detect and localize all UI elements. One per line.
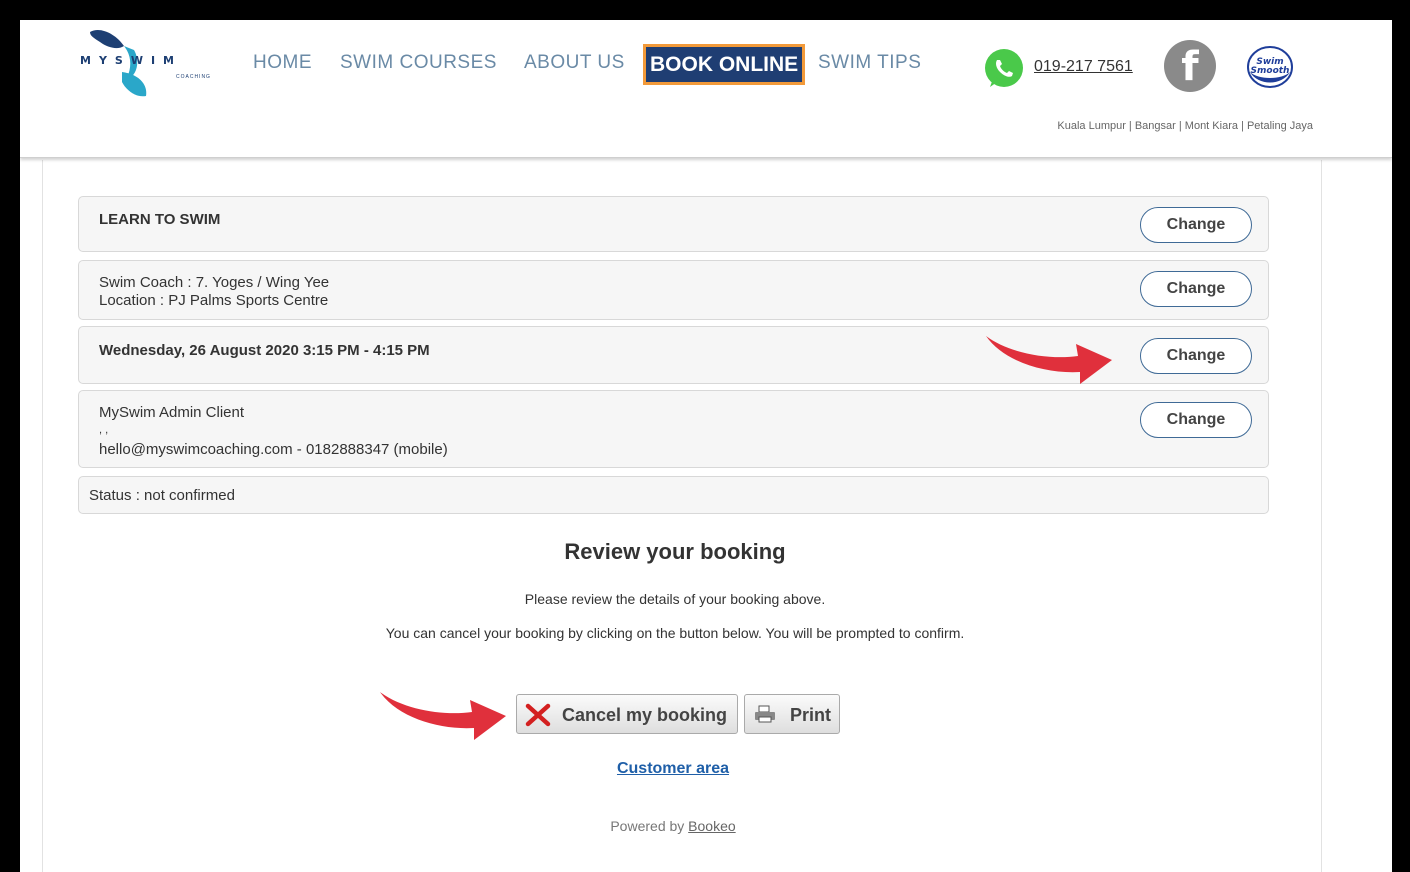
logo-text: MYSWIM	[80, 54, 183, 67]
swim-smooth-logo-icon[interactable]: Swim Smooth	[1244, 42, 1296, 90]
page: MYSWIM COACHING HOME SWIM COURSES ABOUT …	[20, 20, 1392, 872]
red-x-icon	[525, 703, 551, 727]
client-box: MySwim Admin Client , , hello@myswimcoac…	[78, 390, 1269, 468]
logo-subtext: COACHING	[176, 74, 211, 80]
review-title: Review your booking	[564, 539, 786, 564]
change-coach-button[interactable]: Change	[1140, 271, 1252, 307]
location-line: Location : PJ Palms Sports Centre	[99, 292, 329, 309]
powered-by-prefix: Powered by	[610, 818, 685, 834]
red-arrow-icon	[380, 692, 506, 740]
locations-text: Kuala Lumpur | Bangsar | Mont Kiara | Pe…	[1057, 120, 1313, 132]
course-box: LEARN TO SWIM Change	[78, 196, 1269, 252]
review-instruction: Please review the details of your bookin…	[524, 591, 826, 607]
coach-location-box: Swim Coach : 7. Yoges / Wing Yee Locatio…	[78, 260, 1269, 320]
bookeo-link[interactable]: Bookeo	[688, 818, 735, 834]
cancel-booking-button[interactable]: Cancel my booking	[516, 694, 738, 734]
change-datetime-button[interactable]: Change	[1140, 338, 1252, 374]
cancel-instruction: You can cancel your booking by clicking …	[385, 625, 965, 641]
phone-link[interactable]: 019-217 7561	[1034, 58, 1133, 76]
myswim-logo[interactable]: MYSWIM COACHING	[78, 24, 258, 104]
change-client-button[interactable]: Change	[1140, 402, 1252, 438]
nav-book-online[interactable]: BOOK ONLINE	[643, 44, 806, 85]
client-contact: hello@myswimcoaching.com - 0182888347 (m…	[99, 441, 448, 458]
site-header: MYSWIM COACHING HOME SWIM COURSES ABOUT …	[20, 20, 1392, 158]
red-arrow-icon	[986, 336, 1112, 384]
booking-status: Status : not confirmed	[89, 487, 235, 504]
nav-swim-tips[interactable]: SWIM TIPS	[818, 52, 921, 74]
svg-text:Smooth: Smooth	[1251, 66, 1290, 76]
client-name: MySwim Admin Client	[99, 404, 245, 421]
print-label: Print	[790, 705, 832, 725]
facebook-icon[interactable]: f	[1164, 40, 1216, 92]
course-name: LEARN TO SWIM	[99, 211, 221, 228]
booking-datetime: Wednesday, 26 August 2020 3:15 PM - 4:15…	[99, 342, 430, 359]
print-button[interactable]: Print	[744, 694, 840, 734]
nav-swim-courses[interactable]: SWIM COURSES	[340, 52, 497, 74]
client-address: , ,	[99, 424, 109, 436]
whatsapp-icon[interactable]	[982, 47, 1026, 91]
nav-about-us[interactable]: ABOUT US	[524, 52, 625, 74]
change-course-button[interactable]: Change	[1140, 207, 1252, 243]
printer-icon	[755, 705, 775, 723]
coach-line: Swim Coach : 7. Yoges / Wing Yee	[99, 274, 330, 291]
status-box: Status : not confirmed	[78, 476, 1269, 514]
nav-home[interactable]: HOME	[253, 52, 312, 74]
customer-area-link[interactable]: Customer area	[20, 760, 1326, 778]
cancel-booking-label: Cancel my booking	[562, 705, 728, 725]
powered-by: Powered by Bookeo	[20, 818, 1326, 834]
